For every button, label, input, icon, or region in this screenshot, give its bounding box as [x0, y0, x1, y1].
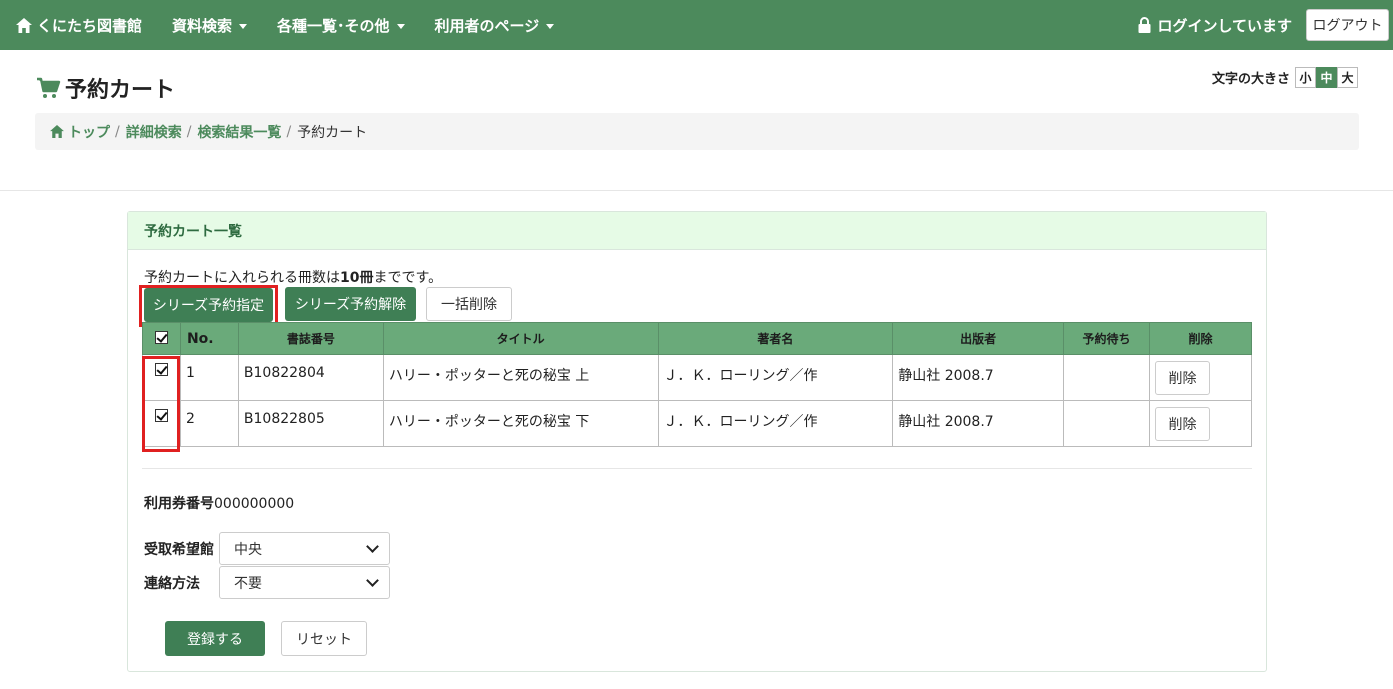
cell-id: B10822805 — [237, 400, 384, 447]
home-icon — [50, 125, 64, 138]
cell-id: B10822804 — [237, 354, 384, 401]
notice-text-pre: 予約カートに入れられる冊数は — [144, 270, 340, 286]
series-reserve-set-button[interactable]: シリーズ予約指定 — [144, 288, 273, 322]
cell-publisher: 静山社 2008.7 — [892, 400, 1065, 447]
contact-method-value: 不要 — [234, 575, 262, 592]
breadcrumb-top-label: トップ — [68, 124, 110, 141]
bulk-delete-button[interactable]: 一括削除 — [426, 287, 512, 321]
login-status: ログインしています — [1138, 15, 1292, 36]
card-number-label: 利用券番号 — [144, 496, 214, 512]
reservation-cart-panel: 予約カート一覧 予約カートに入れられる冊数は10冊までです。 シリーズ予約指定 … — [127, 211, 1267, 672]
font-size-control: 文字の大きさ 小 中 大 — [1212, 67, 1358, 88]
nav-menu-lists[interactable]: 各種一覧･その他 — [277, 15, 405, 36]
breadcrumb-top-link[interactable]: トップ — [50, 122, 110, 142]
cell-title: ハリー・ポッターと死の秘宝 上 — [382, 354, 659, 401]
col-header-no: No. — [179, 322, 239, 355]
nav-menu-search-label: 資料検索 — [172, 16, 233, 35]
col-header-title: タイトル — [382, 322, 659, 355]
shopping-cart-icon — [37, 77, 61, 98]
font-size-medium-button[interactable]: 中 — [1316, 67, 1337, 88]
nav-menu-search[interactable]: 資料検索 — [172, 15, 248, 36]
brand-label: くにたち図書館 — [37, 16, 143, 35]
contact-method-label: 連絡方法 — [144, 575, 200, 592]
highlight-box-row-checkboxes — [142, 356, 180, 452]
col-header-id: 書誌番号 — [237, 322, 384, 355]
cell-no: 1 — [179, 354, 239, 401]
cell-title: ハリー・ポッターと死の秘宝 下 — [382, 400, 659, 447]
caret-down-icon — [546, 23, 555, 29]
cell-waiting — [1063, 354, 1150, 401]
font-size-label: 文字の大きさ — [1211, 72, 1290, 87]
cart-table: No. 書誌番号 タイトル 著者名 出版者 予約待ち 削除 1 B1082280… — [142, 322, 1253, 447]
pickup-library-value: 中央 — [234, 541, 262, 558]
row-delete-button[interactable]: 削除 — [1154, 361, 1210, 395]
series-reserve-unset-button[interactable]: シリーズ予約解除 — [285, 287, 416, 321]
select-all-checkbox[interactable] — [154, 330, 168, 344]
reset-button[interactable]: リセット — [281, 621, 367, 656]
home-brand-link[interactable]: くにたち図書館 — [0, 15, 142, 36]
col-header-delete: 削除 — [1148, 322, 1253, 355]
breadcrumb-separator: / — [186, 123, 192, 140]
font-size-large-button[interactable]: 大 — [1337, 67, 1358, 88]
pickup-library-label: 受取希望館 — [144, 541, 214, 558]
cell-delete: 削除 — [1148, 400, 1253, 447]
breadcrumb-separator: / — [286, 123, 292, 140]
nav-menu-user-page-label: 利用者のページ — [434, 16, 540, 35]
nav-menu-user-page[interactable]: 利用者のページ — [435, 15, 555, 36]
notice-limit-count: 10冊 — [340, 270, 374, 286]
breadcrumb: トップ / 詳細検索 / 検索結果一覧 / 予約カート — [35, 113, 1359, 150]
library-card-number: 利用券番号000000000 — [144, 493, 294, 513]
home-icon — [16, 17, 32, 33]
pickup-library-select[interactable]: 中央 — [219, 532, 390, 565]
breadcrumb-advanced-search-link[interactable]: 詳細検索 — [126, 122, 182, 142]
col-header-waiting: 予約待ち — [1063, 322, 1150, 355]
cell-author: Ｊ．Ｋ．ローリング／作 — [657, 354, 894, 401]
col-header-author: 著者名 — [657, 322, 894, 355]
caret-down-icon — [396, 23, 405, 29]
divider — [142, 468, 1252, 469]
contact-method-row: 連絡方法 不要 — [144, 566, 390, 599]
caret-down-icon — [239, 23, 248, 29]
panel-heading: 予約カート一覧 — [128, 212, 1266, 250]
cell-no: 2 — [179, 400, 239, 447]
card-number-value: 000000000 — [214, 496, 295, 512]
breadcrumb-search-results-link[interactable]: 検索結果一覧 — [197, 122, 281, 142]
lock-icon — [1138, 17, 1151, 33]
page-title: 予約カート — [37, 72, 175, 104]
table-row: 2 B10822805 ハリー・ポッターと死の秘宝 下 Ｊ．Ｋ．ローリング／作 … — [142, 400, 1253, 447]
nav-menu-lists-label: 各種一覧･その他 — [277, 16, 390, 35]
logout-button[interactable]: ログアウト — [1306, 9, 1389, 41]
col-header-publisher: 出版者 — [892, 322, 1065, 355]
top-navbar: くにたち図書館 資料検索 各種一覧･その他 利用者のページ ログインしています … — [0, 0, 1393, 50]
cell-author: Ｊ．Ｋ．ローリング／作 — [657, 400, 894, 447]
breadcrumb-current: 予約カート — [297, 124, 368, 141]
row-delete-button[interactable]: 削除 — [1154, 407, 1210, 441]
table-row: 1 B10822804 ハリー・ポッターと死の秘宝 上 Ｊ．Ｋ．ローリング／作 … — [142, 354, 1253, 401]
contact-method-select[interactable]: 不要 — [219, 566, 390, 599]
select-all-cell — [142, 322, 181, 355]
register-button[interactable]: 登録する — [165, 621, 265, 656]
chevron-down-icon — [366, 574, 379, 587]
cart-limit-notice: 予約カートに入れられる冊数は10冊までです。 — [144, 267, 442, 287]
login-status-label: ログインしています — [1157, 16, 1292, 35]
divider — [0, 190, 1393, 191]
chevron-down-icon — [366, 540, 379, 553]
breadcrumb-separator: / — [115, 123, 120, 140]
notice-text-post: までです。 — [373, 270, 443, 286]
page-title-text: 予約カート — [65, 78, 176, 103]
font-size-small-button[interactable]: 小 — [1295, 67, 1316, 88]
cell-waiting — [1063, 400, 1150, 447]
cell-publisher: 静山社 2008.7 — [892, 354, 1065, 401]
cell-delete: 削除 — [1148, 354, 1253, 401]
table-header-row: No. 書誌番号 タイトル 著者名 出版者 予約待ち 削除 — [142, 322, 1253, 355]
pickup-library-row: 受取希望館 中央 — [144, 532, 390, 565]
